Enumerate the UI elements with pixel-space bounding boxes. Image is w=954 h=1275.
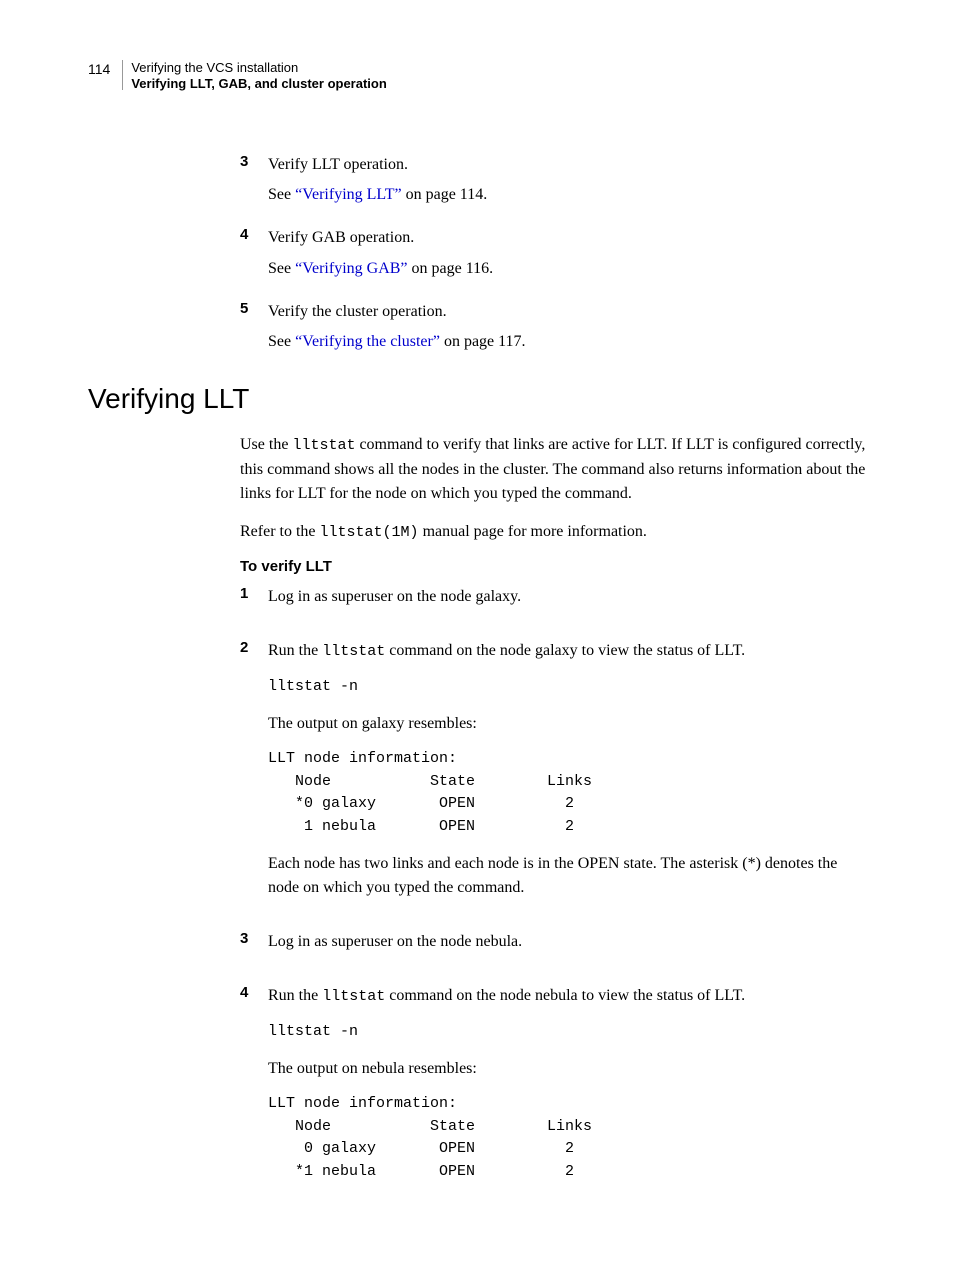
step-body: Verify LLT operation. See “Verifying LLT”… xyxy=(268,153,487,209)
inline-code: lltstat xyxy=(322,643,385,660)
code-block: lltstat -n xyxy=(268,676,866,699)
see-link[interactable]: “Verifying the cluster” xyxy=(295,333,440,350)
step-number: 3 xyxy=(240,153,268,209)
content-top-steps: 3Verify LLT operation. See “Verifying LLT… xyxy=(240,153,866,356)
header-section: Verifying LLT, GAB, and cluster operatio… xyxy=(131,76,386,92)
code-block: LLT node information: Node State Links *… xyxy=(268,748,866,838)
step-number: 2 xyxy=(240,639,268,912)
step-text-mixed: Run the lltstat command on the node gala… xyxy=(268,639,866,664)
step-number: 3 xyxy=(240,930,268,966)
procedure-step: 2Run the lltstat command on the node gal… xyxy=(240,639,866,912)
step-text: The output on nebula resembles: xyxy=(268,1057,745,1081)
step-text: Log in as superuser on the node nebula. xyxy=(268,930,522,954)
see-suffix: on page 116. xyxy=(408,260,494,277)
header-text: Verifying the VCS installation Verifying… xyxy=(131,60,386,93)
text-prefix: Run the xyxy=(268,987,322,1004)
intro-p2-a: Refer to the xyxy=(240,523,320,540)
top-step: 5Verify the cluster operation. See “Verif… xyxy=(240,300,866,356)
step-body: Verify the cluster operation. See “Verify… xyxy=(268,300,526,356)
step-text: Verify LLT operation. xyxy=(268,153,487,178)
section-heading: Verifying LLT xyxy=(88,383,866,415)
step-text: Each node has two links and each node is… xyxy=(268,852,866,900)
step-number: 5 xyxy=(240,300,268,356)
step-see: See “Verifying GAB” on page 116. xyxy=(268,257,493,282)
step-text: Verify GAB operation. xyxy=(268,226,493,251)
section-body: Use the lltstat command to verify that l… xyxy=(240,433,866,1197)
step-number: 4 xyxy=(240,984,268,1197)
see-prefix: See xyxy=(268,186,295,203)
see-prefix: See xyxy=(268,260,295,277)
step-body: Log in as superuser on the node galaxy. xyxy=(268,585,521,621)
procedure-step: 4Run the lltstat command on the node neb… xyxy=(240,984,866,1197)
top-step: 3Verify LLT operation. See “Verifying LLT… xyxy=(240,153,866,209)
procedure-step: 1Log in as superuser on the node galaxy. xyxy=(240,585,866,621)
sub-heading: To verify LLT xyxy=(240,558,866,575)
see-suffix: on page 114. xyxy=(402,186,488,203)
step-number: 4 xyxy=(240,226,268,282)
procedure-step: 3Log in as superuser on the node nebula. xyxy=(240,930,866,966)
text-prefix: Run the xyxy=(268,642,322,659)
step-see: See “Verifying LLT” on page 114. xyxy=(268,183,487,208)
see-suffix: on page 117. xyxy=(440,333,526,350)
page-header: 114 Verifying the VCS installation Verif… xyxy=(88,60,866,93)
inline-code: lltstat xyxy=(322,988,385,1005)
intro-paragraph-2: Refer to the lltstat(1M) manual page for… xyxy=(240,520,866,545)
page-number: 114 xyxy=(88,60,110,77)
step-number: 1 xyxy=(240,585,268,621)
step-body: Run the lltstat command on the node nebu… xyxy=(268,984,745,1197)
step-body: Log in as superuser on the node nebula. xyxy=(268,930,522,966)
code-block: lltstat -n xyxy=(268,1021,745,1044)
code-block: LLT node information: Node State Links 0… xyxy=(268,1093,745,1183)
text-suffix: command on the node nebula to view the s… xyxy=(385,987,745,1004)
step-text: The output on galaxy resembles: xyxy=(268,712,866,736)
step-see: See “Verifying the cluster” on page 117. xyxy=(268,330,526,355)
intro-p1-code: lltstat xyxy=(292,437,355,454)
header-divider xyxy=(122,60,123,90)
top-step: 4Verify GAB operation. See “Verifying GAB… xyxy=(240,226,866,282)
step-text-mixed: Run the lltstat command on the node nebu… xyxy=(268,984,745,1009)
see-prefix: See xyxy=(268,333,295,350)
intro-paragraph-1: Use the lltstat command to verify that l… xyxy=(240,433,866,506)
header-chapter: Verifying the VCS installation xyxy=(131,60,386,76)
see-link[interactable]: “Verifying LLT” xyxy=(295,186,401,203)
step-body: Run the lltstat command on the node gala… xyxy=(268,639,866,912)
step-text: Log in as superuser on the node galaxy. xyxy=(268,585,521,609)
intro-p2-code: lltstat(1M) xyxy=(320,524,419,541)
step-body: Verify GAB operation. See “Verifying GAB”… xyxy=(268,226,493,282)
intro-p1-a: Use the xyxy=(240,436,292,453)
see-link[interactable]: “Verifying GAB” xyxy=(295,260,407,277)
step-text: Verify the cluster operation. xyxy=(268,300,526,325)
intro-p2-b: manual page for more information. xyxy=(419,523,647,540)
text-suffix: command on the node galaxy to view the s… xyxy=(385,642,745,659)
steps-container: 1Log in as superuser on the node galaxy.… xyxy=(240,585,866,1197)
